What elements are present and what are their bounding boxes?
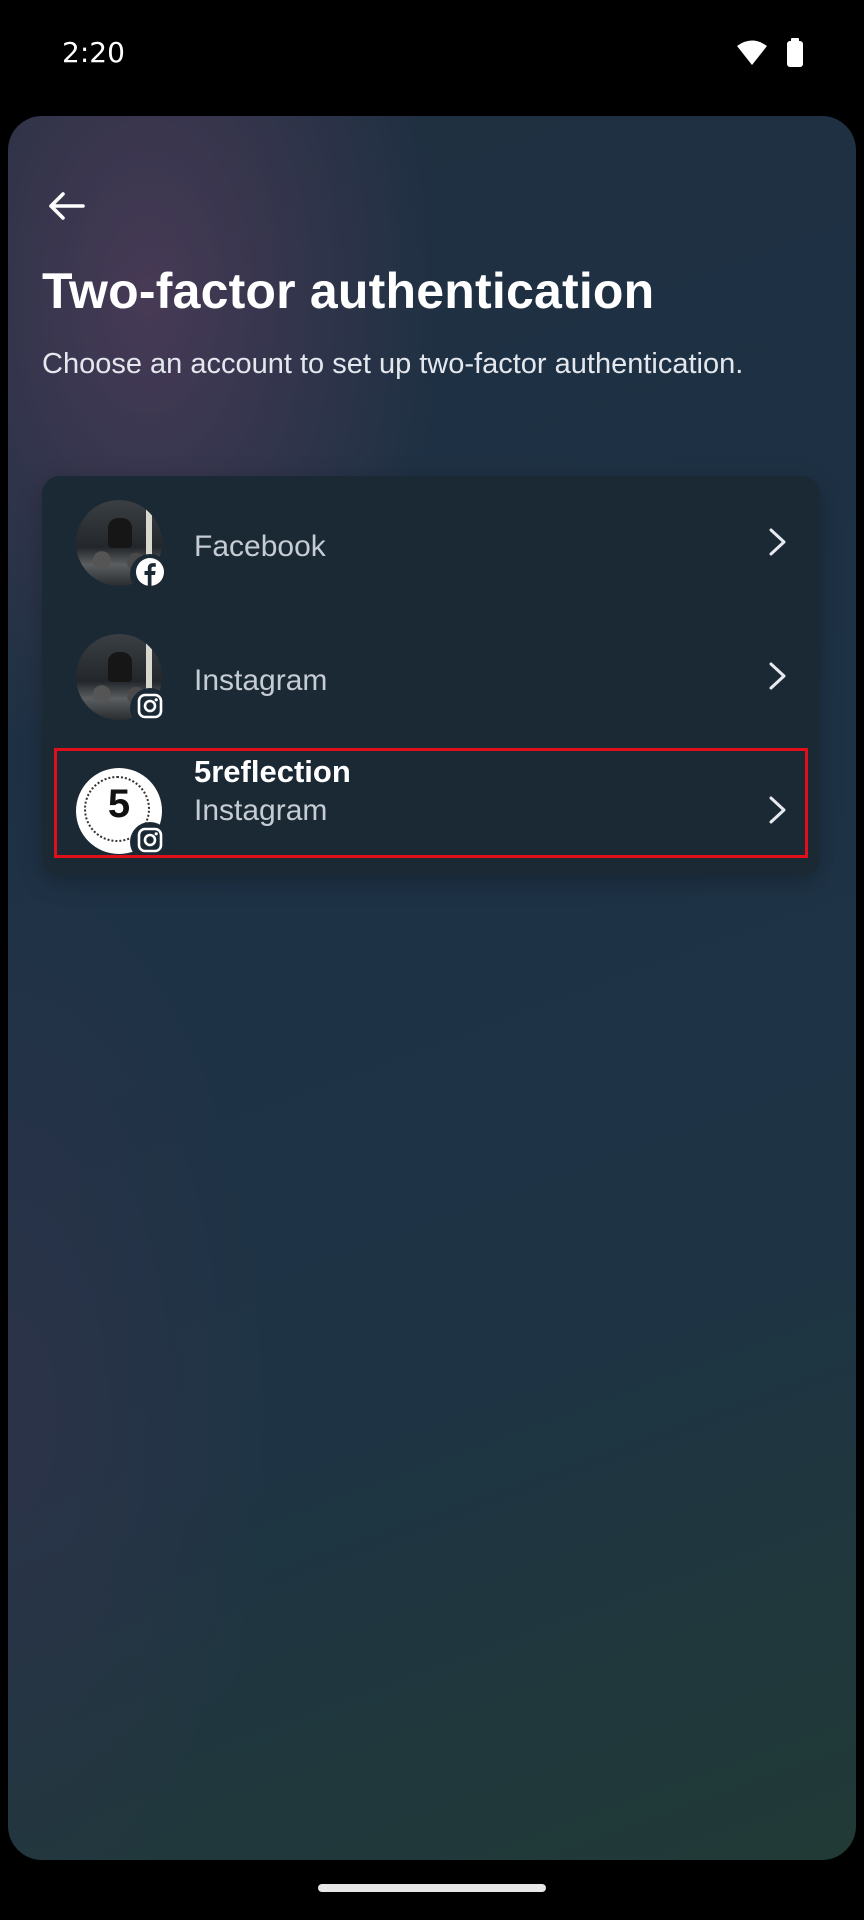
wifi-icon (736, 39, 768, 71)
status-icons (736, 38, 804, 72)
back-button[interactable] (36, 178, 96, 238)
page-title: Two-factor authentication (42, 263, 655, 319)
chevron-right-icon (766, 524, 790, 560)
instagram-icon (136, 692, 164, 724)
bottom-sheet: Two-factor authentication Choose an acco… (8, 116, 856, 1860)
account-text: Facebook (194, 530, 326, 564)
instagram-icon (136, 826, 164, 858)
facebook-icon (135, 557, 165, 591)
home-indicator[interactable] (318, 1884, 546, 1892)
page-subtitle: Choose an account to set up two-factor a… (42, 348, 744, 380)
arrow-left-icon (47, 191, 85, 225)
chevron-right-icon (766, 658, 790, 694)
status-bar: 2:20 (0, 0, 864, 110)
account-row-facebook[interactable]: Facebook (42, 476, 820, 610)
account-text: 5reflection Instagram (194, 754, 351, 828)
account-text: Instagram (194, 664, 327, 698)
account-username: 5reflection (194, 754, 351, 789)
account-platform: Instagram (194, 794, 328, 827)
chevron-right-icon (766, 792, 790, 828)
account-list: Facebook Instagram 5 5reflection Instagr… (42, 476, 820, 876)
account-platform: Facebook (194, 530, 326, 563)
badge (130, 822, 170, 862)
account-platform: Instagram (194, 664, 328, 697)
account-row-5reflection[interactable]: 5 5reflection Instagram (42, 744, 820, 878)
battery-icon (786, 38, 804, 72)
badge (130, 688, 170, 728)
status-time: 2:20 (62, 36, 125, 69)
account-row-instagram[interactable]: Instagram (42, 610, 820, 744)
badge (130, 554, 170, 594)
